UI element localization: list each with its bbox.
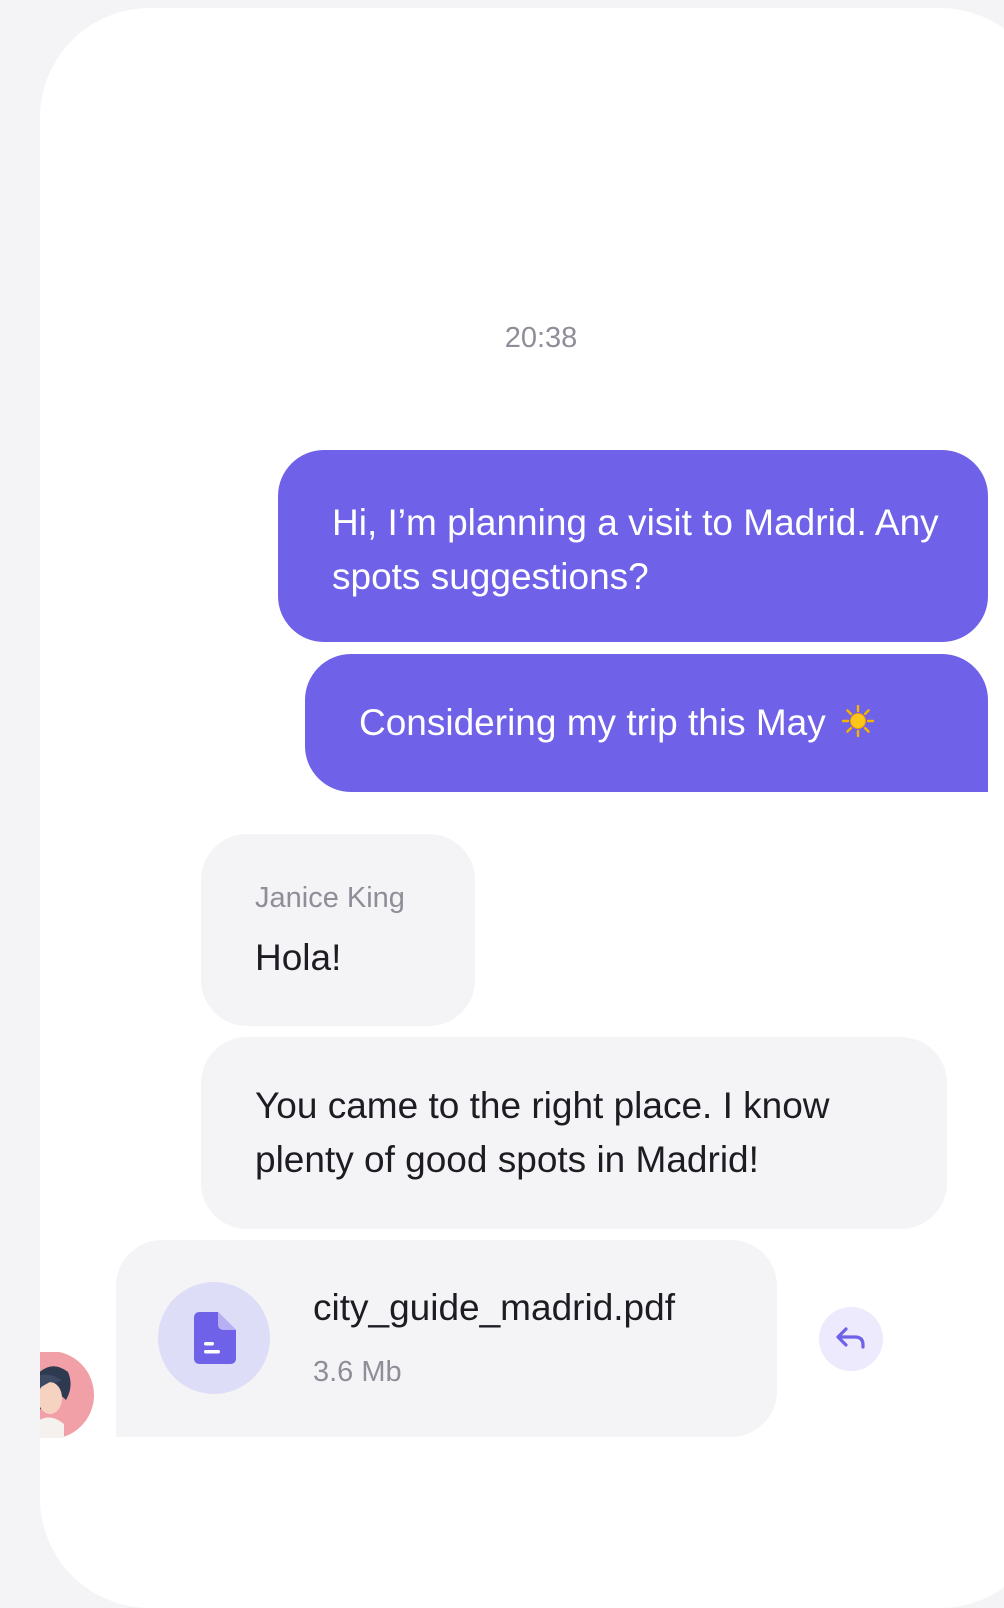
outgoing-message-bubble[interactable]: Hi, I’m planning a visit to Madrid. Any …	[278, 450, 988, 642]
sender-name: Janice King	[255, 882, 405, 914]
outgoing-message-bubble[interactable]: Considering my trip this May	[305, 654, 988, 792]
file-attachment-bubble[interactable]: city_guide_madrid.pdf 3.6 Mb	[116, 1240, 777, 1437]
attachment-file-size: 3.6 Mb	[313, 1356, 402, 1388]
reply-arrow-icon	[836, 1327, 865, 1349]
incoming-message-text: Hola!	[255, 937, 342, 978]
document-icon	[194, 1312, 236, 1364]
incoming-message-bubble[interactable]: Janice King Hola!	[201, 834, 475, 1026]
incoming-message-text: You came to the right place. I know plen…	[255, 1085, 830, 1180]
file-icon-container[interactable]	[158, 1282, 270, 1394]
outgoing-message-text: Hi, I’m planning a visit to Madrid. Any …	[332, 502, 939, 597]
sun-emoji-icon	[841, 698, 875, 738]
reply-button[interactable]	[819, 1307, 883, 1371]
outgoing-message-text: Considering my trip this May	[359, 702, 826, 743]
attachment-file-name[interactable]: city_guide_madrid.pdf	[313, 1284, 675, 1332]
incoming-message-bubble[interactable]: You came to the right place. I know plen…	[201, 1037, 947, 1229]
avatar[interactable]	[40, 1352, 94, 1438]
message-timestamp: 20:38	[504, 322, 578, 354]
